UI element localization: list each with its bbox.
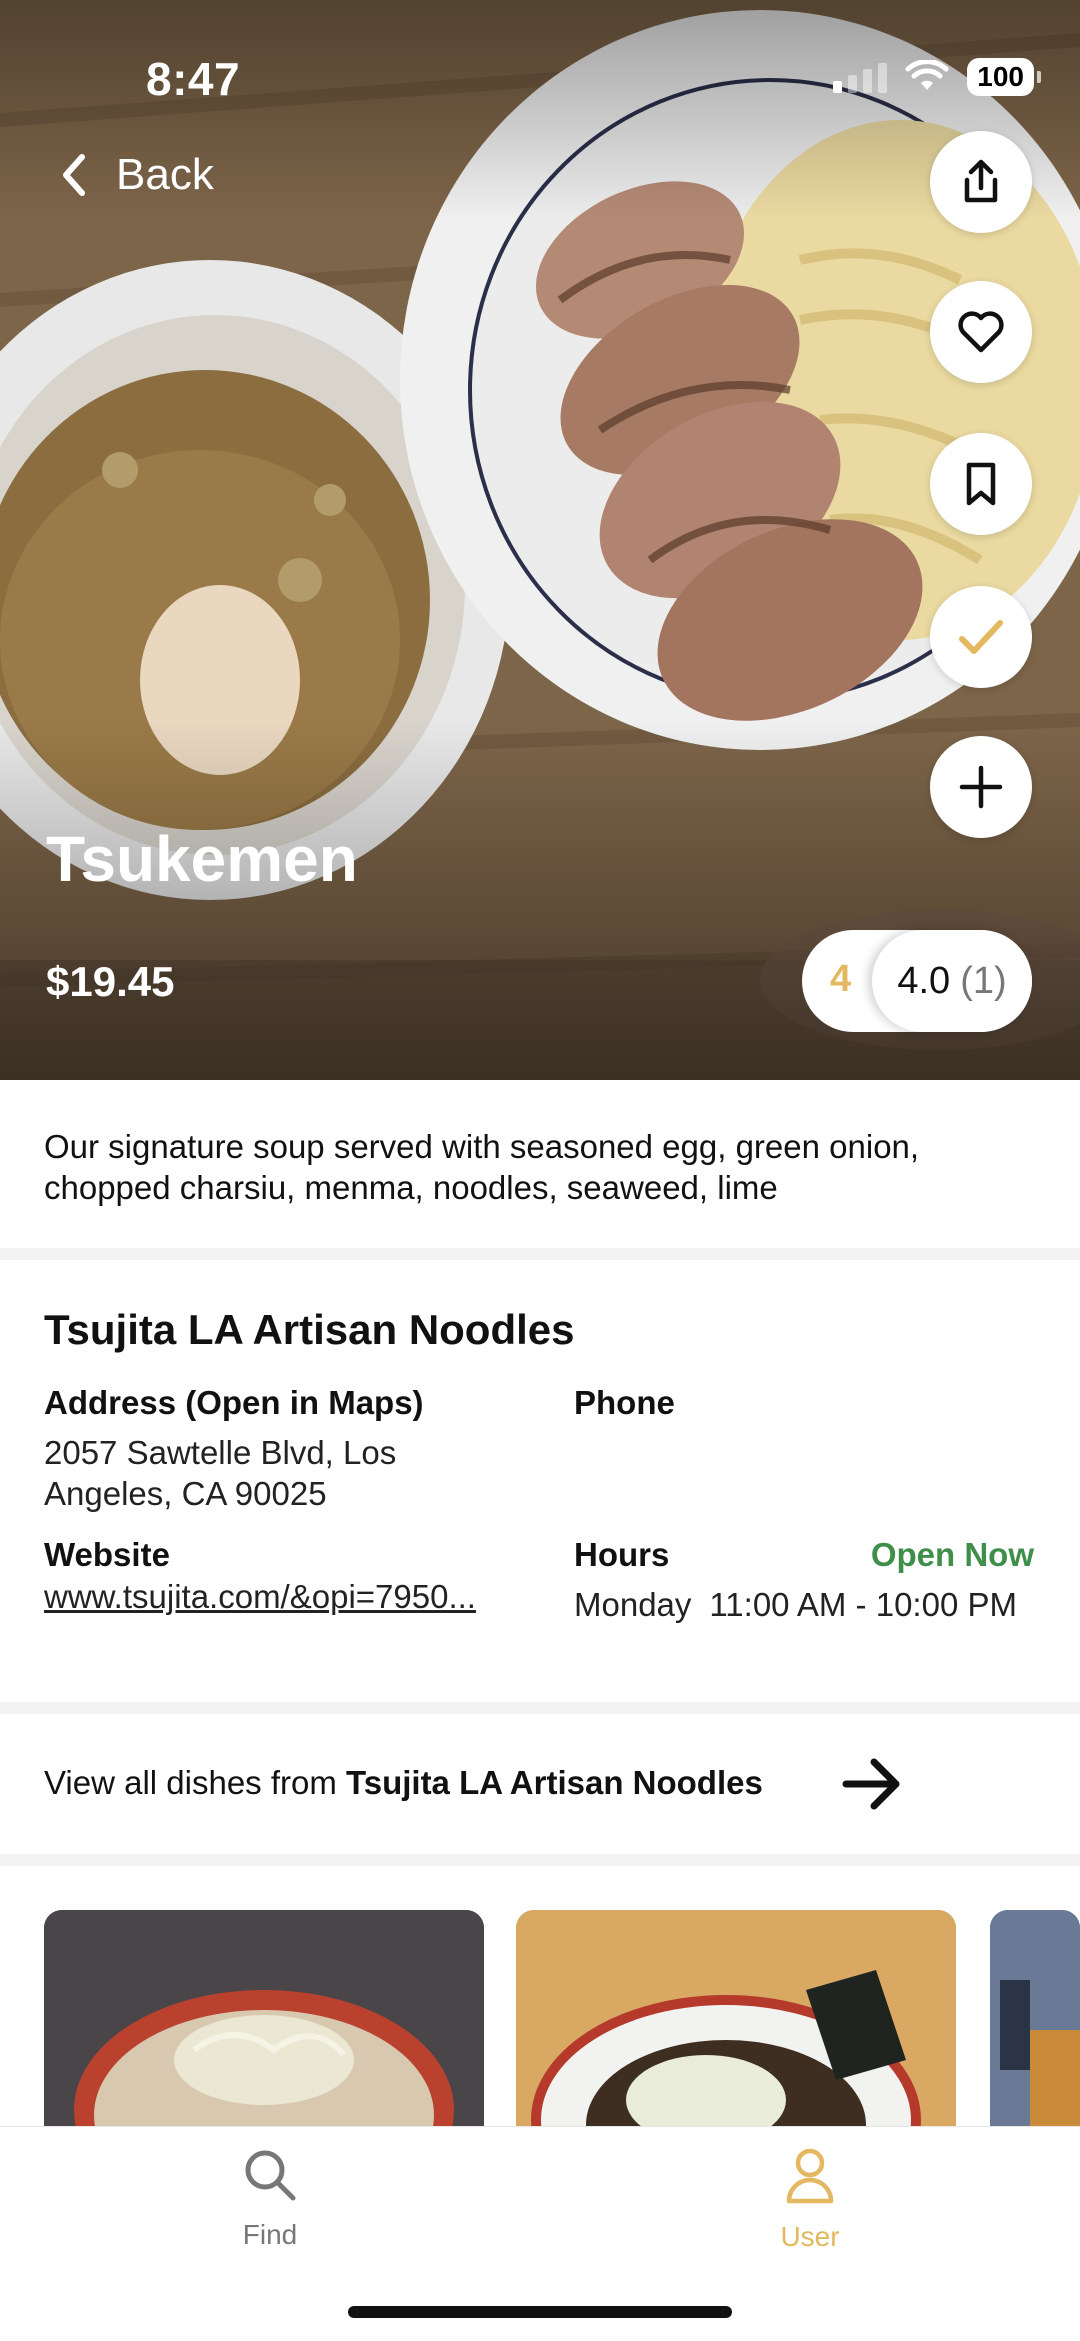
share-icon	[964, 159, 998, 203]
address-line-1[interactable]: 2057 Sawtelle Blvd, Los	[44, 1432, 396, 1473]
battery-icon: 100	[967, 58, 1041, 96]
hours-day: Monday	[574, 1586, 692, 1623]
my-rating: 4	[830, 958, 852, 1000]
tried-button[interactable]	[930, 586, 1032, 688]
status-icons: 100	[833, 58, 1041, 96]
bookmark-icon	[966, 462, 996, 506]
dish-card-photo	[516, 1910, 956, 2130]
section-divider	[0, 1854, 1080, 1866]
tab-find[interactable]: Find	[170, 2147, 370, 2251]
website-link[interactable]: www.tsujita.com/&opi=7950...	[44, 1576, 476, 1617]
restaurant-name: Tsujita LA Artisan Noodles	[44, 1306, 575, 1353]
section-divider	[0, 1248, 1080, 1260]
view-all-dishes-link[interactable]: View all dishes from Tsujita LA Artisan …	[44, 1764, 763, 1802]
open-status: Open Now	[870, 1536, 1034, 1573]
average-rating-value: 4.0	[897, 959, 951, 1002]
checkmark-icon	[959, 620, 1003, 654]
view-all-restaurant: Tsujita LA Artisan Noodles	[346, 1764, 763, 1801]
heart-icon	[958, 311, 1004, 353]
tab-user-label: User	[780, 2221, 840, 2252]
back-button[interactable]: Back	[60, 150, 214, 200]
dish-price: $19.45	[46, 958, 175, 1005]
view-all-prefix: View all dishes from	[44, 1764, 347, 1801]
home-indicator	[348, 2306, 732, 2318]
favorite-button[interactable]	[930, 281, 1032, 383]
dish-card[interactable]	[44, 1910, 484, 2130]
tab-user[interactable]: User	[710, 2147, 910, 2253]
dish-card[interactable]	[990, 1910, 1080, 2130]
rating-pill[interactable]: 4 4.0 (1)	[802, 930, 1032, 1032]
search-icon	[245, 2150, 296, 2201]
dish-title: Tsukemen	[46, 823, 358, 895]
section-divider	[0, 1702, 1080, 1714]
rating-count: (1)	[960, 959, 1007, 1002]
cellular-signal-icon	[833, 61, 888, 93]
hours-row: Monday 11:00 AM - 10:00 PM	[574, 1586, 1017, 1624]
bookmark-button[interactable]	[930, 433, 1032, 535]
plus-icon	[959, 765, 1003, 809]
hours-time: 11:00 AM - 10:00 PM	[709, 1586, 1017, 1623]
back-label: Back	[116, 150, 214, 199]
address-label[interactable]: Address (Open in Maps)	[44, 1384, 424, 1422]
arrow-right-icon[interactable]	[842, 1756, 904, 1812]
status-time: 8:47	[146, 53, 241, 105]
chevron-left-icon	[63, 154, 85, 196]
wifi-icon	[905, 60, 949, 90]
user-icon	[786, 2148, 834, 2204]
website-label: Website	[44, 1536, 170, 1573]
share-button[interactable]	[930, 131, 1032, 233]
tab-find-label: Find	[242, 2219, 298, 2250]
dish-card[interactable]	[516, 1910, 956, 2130]
dish-card-photo	[44, 1910, 484, 2130]
address-line-2[interactable]: Angeles, CA 90025	[44, 1473, 327, 1514]
phone-label: Phone	[574, 1384, 675, 1421]
hours-label: Hours	[574, 1536, 670, 1573]
dish-card-photo	[990, 1910, 1080, 2130]
add-button[interactable]	[930, 736, 1032, 838]
average-rating: 4.0 (1)	[872, 930, 1032, 1032]
dish-description: Our signature soup served with seasoned …	[44, 1128, 920, 1206]
